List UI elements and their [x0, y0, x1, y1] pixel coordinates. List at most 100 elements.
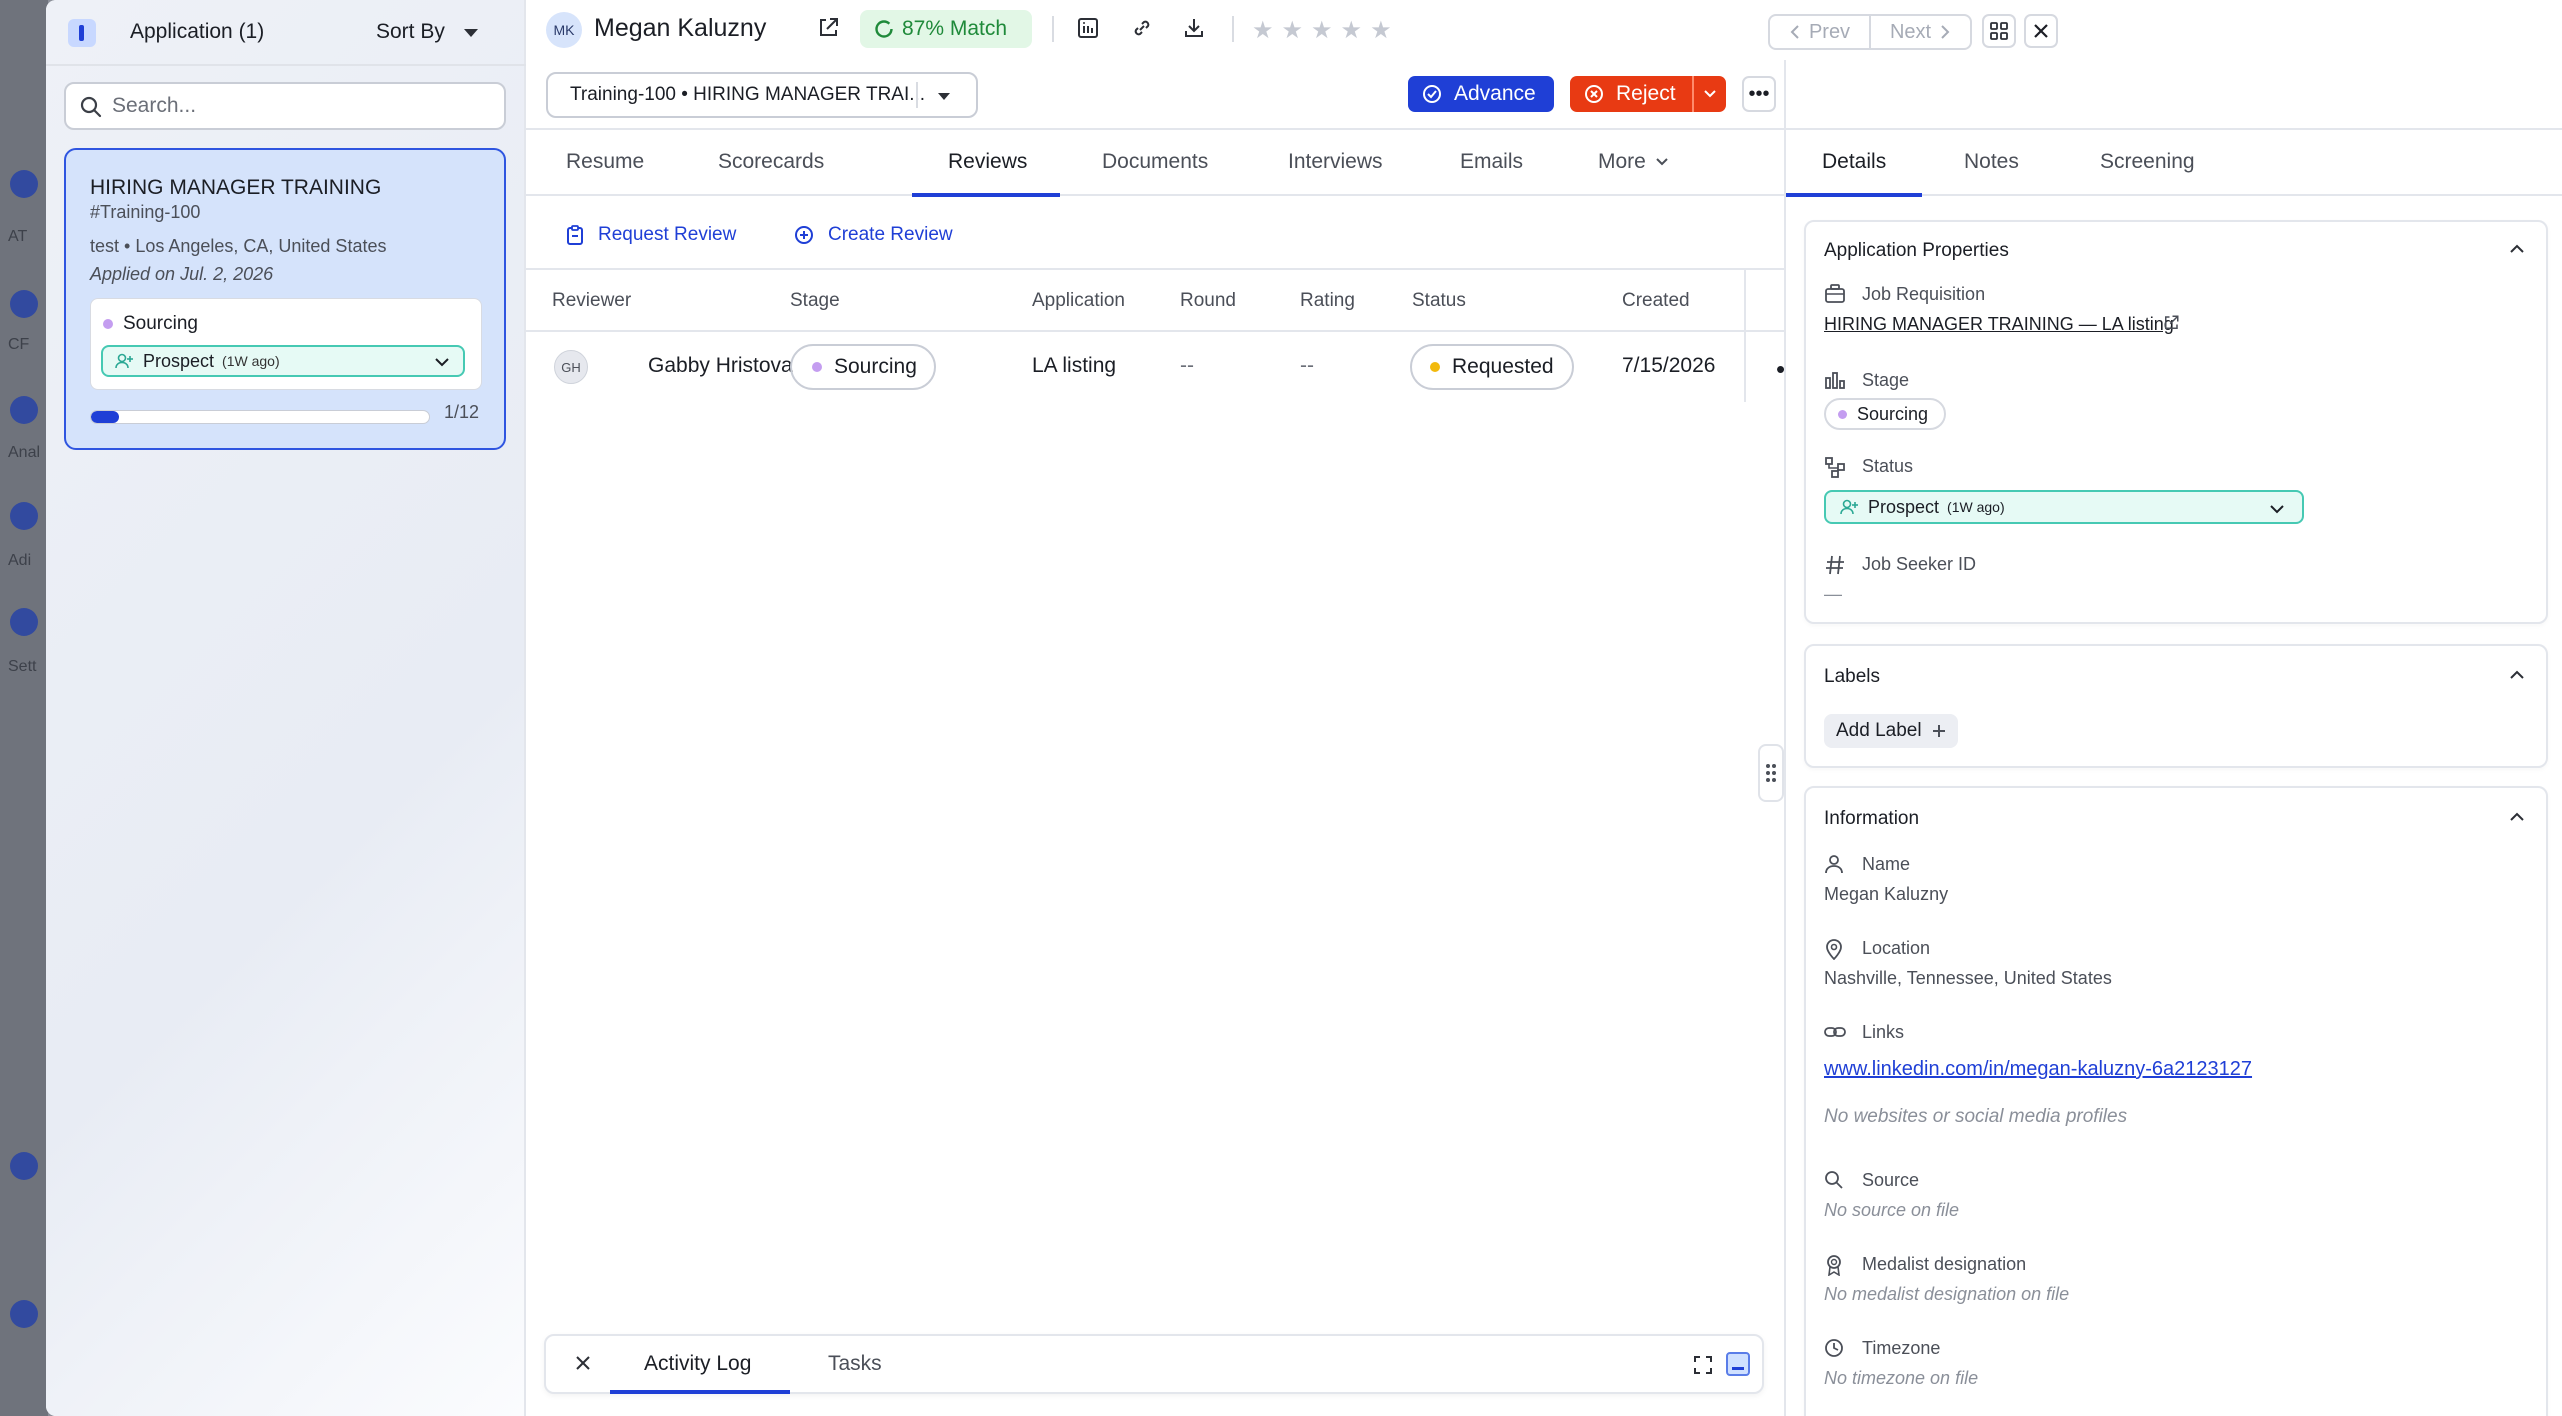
request-review-button[interactable]: Request Review [566, 224, 736, 246]
chevron-up-icon[interactable] [2508, 666, 2526, 689]
card-stage-box: Sourcing Prospect (1W ago) [90, 298, 482, 390]
plus-circle-icon [795, 226, 813, 244]
rating-stars[interactable]: ★ ★ ★ ★ ★ [1252, 16, 1392, 45]
table-row[interactable]: GH Gabby Hristova Sourcing LA listing --… [526, 332, 1805, 402]
review-actions: Request Review Create Review [526, 198, 1784, 270]
application-search-box[interactable] [64, 82, 506, 130]
copy-link-icon[interactable] [1130, 16, 1154, 45]
tab-more[interactable]: More [1598, 150, 1670, 174]
external-link-icon[interactable] [2162, 314, 2180, 337]
chevron-up-icon[interactable] [2508, 240, 2526, 263]
card-job-title: HIRING MANAGER TRAINING [90, 176, 382, 199]
stage-progress-text: 1/12 [444, 402, 480, 422]
column-header-rating[interactable]: Rating [1300, 290, 1355, 312]
links-empty-note: No websites or social media profiles [1824, 1106, 2128, 1127]
candidate-pager: Prev Next [1768, 14, 1972, 50]
stage-label: Stage [1862, 370, 1910, 390]
tab-screening[interactable]: Screening [2100, 150, 2195, 174]
tab-activity-log[interactable]: Activity Log [644, 1352, 751, 1376]
next-button[interactable]: Next [1869, 16, 1970, 48]
review-rating: -- [1300, 354, 1314, 377]
close-modal-button[interactable] [2024, 14, 2058, 48]
tab-more-label: More [1598, 150, 1646, 173]
minimize-icon[interactable] [1726, 1352, 1750, 1376]
name-value: Megan Kaluzny [1824, 884, 1949, 904]
advance-button[interactable]: Advance [1408, 76, 1554, 112]
column-header-stage[interactable]: Stage [790, 290, 840, 312]
star-icon[interactable]: ★ [1370, 16, 1392, 45]
sourcing-dot-icon [1838, 409, 1847, 419]
job-seeker-id-label: Job Seeker ID [1862, 554, 1977, 574]
linkedin-icon[interactable] [1076, 16, 1100, 45]
close-icon[interactable] [572, 1352, 594, 1379]
grid-view-button[interactable] [1982, 14, 2016, 48]
sourcing-dot-icon [812, 362, 822, 372]
star-icon[interactable]: ★ [1282, 16, 1304, 45]
column-header-application[interactable]: Application [1032, 290, 1125, 312]
reject-dropdown-button[interactable] [1694, 86, 1726, 102]
bg-nav-icon [10, 608, 38, 636]
bg-nav-label: Anal [8, 444, 41, 461]
reject-button[interactable]: Reject [1570, 76, 1726, 112]
application-card[interactable]: HIRING MANAGER TRAINING #Training-100 te… [64, 148, 506, 450]
toolbar-divider [1052, 16, 1054, 42]
sort-by-button[interactable]: Sort By [376, 20, 445, 44]
background-app-sidebar: AT CF Anal Adi Sett [0, 0, 48, 1416]
star-icon[interactable]: ★ [1252, 16, 1274, 45]
bg-nav-label: CF [8, 336, 30, 353]
job-requisition-link[interactable]: HIRING MANAGER TRAINING — LA listing [1824, 314, 2174, 335]
panel-resize-handle[interactable] [1758, 744, 1784, 802]
create-review-button[interactable]: Create Review [794, 224, 953, 246]
name-label: Name [1862, 854, 1911, 874]
check-circle-icon [1423, 85, 1441, 103]
tab-resume[interactable]: Resume [566, 150, 644, 174]
status-dropdown[interactable]: Prospect (1W ago) [1824, 490, 2304, 524]
source-label: Source [1862, 1170, 1920, 1190]
request-review-label: Request Review [598, 224, 737, 245]
stage-tag: Sourcing [1824, 398, 1946, 430]
column-header-created[interactable]: Created [1622, 290, 1690, 312]
plus-icon [1932, 725, 1945, 737]
star-icon[interactable]: ★ [1341, 16, 1363, 45]
tab-details[interactable]: Details [1822, 150, 1886, 174]
tab-interviews[interactable]: Interviews [1288, 150, 1383, 174]
tab-reviews[interactable]: Reviews [948, 150, 1027, 174]
search-icon [1824, 1170, 1844, 1195]
chevron-down-icon [2268, 500, 2286, 523]
tab-emails[interactable]: Emails [1460, 150, 1523, 174]
section-title: Labels [1824, 666, 1880, 687]
download-icon[interactable] [1182, 16, 1206, 45]
sort-caret-icon[interactable] [464, 29, 478, 37]
expand-icon[interactable] [1692, 1354, 1714, 1381]
requested-dot-icon [1430, 362, 1440, 372]
add-label-button[interactable]: Add Label [1824, 714, 1958, 748]
requisition-select[interactable]: Training-100 • HIRING MANAGER TRAI... [546, 72, 978, 118]
linkedin-profile-link[interactable]: www.linkedin.com/in/megan-kaluzny-6a2123… [1824, 1058, 2252, 1081]
external-link-icon[interactable] [816, 16, 840, 45]
reject-label: Reject [1616, 82, 1676, 105]
tab-notes[interactable]: Notes [1964, 150, 2019, 174]
bg-nav-icon [10, 396, 38, 424]
tab-tasks[interactable]: Tasks [828, 1352, 882, 1376]
links-label: Links [1862, 1022, 1905, 1042]
column-header-status[interactable]: Status [1412, 290, 1466, 312]
star-icon[interactable]: ★ [1311, 16, 1333, 45]
review-stage-label: Sourcing [834, 355, 917, 378]
column-header-reviewer[interactable]: Reviewer [552, 290, 631, 312]
bg-nav-label: AT [8, 228, 28, 245]
details-tabs: Details Notes Screening [1786, 128, 2562, 197]
more-actions-button[interactable]: ••• [1742, 76, 1776, 112]
card-status-dropdown[interactable]: Prospect (1W ago) [101, 345, 465, 377]
caret-down-icon [938, 93, 950, 100]
tab-scorecards[interactable]: Scorecards [718, 150, 824, 174]
chevron-up-icon[interactable] [2508, 808, 2526, 831]
reject-main[interactable]: Reject [1570, 82, 1692, 106]
prospect-person-icon [115, 353, 133, 369]
search-input[interactable] [112, 92, 492, 120]
prev-button[interactable]: Prev [1770, 16, 1869, 48]
review-stage-chip: Sourcing [790, 344, 936, 390]
app-logo-icon [68, 19, 96, 47]
column-header-round[interactable]: Round [1180, 290, 1236, 312]
tab-documents[interactable]: Documents [1102, 150, 1208, 174]
center-tabs: Resume Scorecards Reviews Documents Inte… [526, 128, 1784, 197]
